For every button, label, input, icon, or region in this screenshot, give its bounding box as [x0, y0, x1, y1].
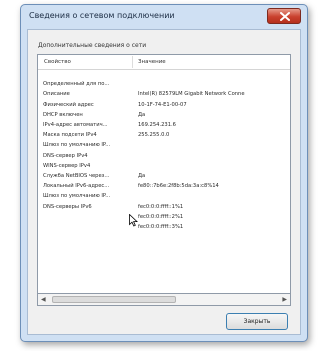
- property-cell: Физический адрес: [43, 101, 94, 108]
- property-cell: Шлюз по умолчанию IP...: [43, 142, 111, 149]
- list-row[interactable]: Шлюз по умолчанию IP...: [38, 142, 290, 152]
- property-cell: IPv4-адрес автоматич...: [43, 122, 108, 128]
- list-row[interactable]: IPv4-адрес автоматич... 169.254.231.6: [38, 122, 290, 132]
- scroll-left-arrow-icon[interactable]: ◀: [41, 296, 46, 303]
- list-row[interactable]: DHCP включен Да: [38, 112, 290, 122]
- list-row[interactable]: Шлюз по умолчанию IP...: [38, 193, 290, 203]
- value-cell: fec0:0:0:ffff::1%1: [138, 203, 184, 210]
- close-button[interactable]: Закрыть: [226, 313, 288, 330]
- value-cell: Да: [138, 173, 146, 179]
- title-bar[interactable]: Сведения о сетевом подключении: [21, 5, 307, 29]
- property-cell: Маска подсети IPv4: [43, 132, 97, 139]
- property-cell: DHCP включен: [43, 111, 83, 118]
- property-cell: Определенный для по...: [43, 81, 110, 88]
- value-cell: 255.255.0.0: [138, 132, 170, 139]
- property-cell: DNS-сервер IPv4: [43, 152, 88, 159]
- value-cell: Да: [138, 111, 146, 118]
- list-row[interactable]: Описание Intel(R) 82579LM Gigabit Network…: [38, 91, 290, 101]
- details-list[interactable]: Свойство Значение Определенный для по...…: [37, 54, 291, 294]
- details-group-label: Дополнительные сведения о сети: [38, 42, 147, 49]
- list-row[interactable]: Физический адрес 10-1F-74-E1-00-07: [38, 102, 290, 112]
- property-cell: DNS-серверы IPv6: [43, 203, 92, 210]
- column-header-property[interactable]: Свойство: [44, 59, 71, 65]
- property-cell: Шлюз по умолчанию IP...: [43, 193, 111, 200]
- value-cell: fec0:0:0:ffff::3%1: [138, 224, 184, 230]
- property-cell: Описание: [43, 91, 70, 98]
- property-cell: Локальный IPv6-адрес...: [43, 183, 110, 190]
- list-header: Свойство Значение: [38, 55, 290, 70]
- dialog-title: Сведения о сетевом подключении: [29, 11, 175, 20]
- list-row[interactable]: DNS-серверы IPv6 fec0:0:0:ffff::1%1: [38, 204, 290, 214]
- list-row[interactable]: Маска подсети IPv4 255.255.0.0: [38, 132, 290, 142]
- value-cell: fe80::7b6e:2f8b:5da:3a:c8%14: [138, 183, 219, 190]
- network-details-dialog: Сведения о сетевом подключении Дополните…: [20, 4, 308, 342]
- list-row[interactable]: fec0:0:0:ffff::2%1: [38, 214, 290, 224]
- list-row[interactable]: DNS-сервер IPv4: [38, 153, 290, 163]
- scroll-right-arrow-icon[interactable]: ▶: [282, 296, 287, 303]
- close-window-button[interactable]: [267, 8, 301, 24]
- list-row[interactable]: WINS-сервер IPv4: [38, 163, 290, 173]
- column-header-value[interactable]: Значение: [138, 59, 166, 65]
- horizontal-scrollbar[interactable]: ◀ ▶: [37, 294, 291, 306]
- mouse-cursor-icon: [129, 214, 138, 227]
- close-x-icon: [280, 12, 290, 21]
- scrollbar-thumb[interactable]: [52, 296, 176, 303]
- dialog-client-area: Дополнительные сведения о сети Свойство …: [27, 29, 301, 335]
- list-row[interactable]: fec0:0:0:ffff::3%1: [38, 224, 290, 234]
- list-row[interactable]: Служба NetBIOS через... Да: [38, 173, 290, 183]
- list-row[interactable]: Определенный для по...: [38, 81, 290, 91]
- property-cell: Служба NetBIOS через...: [43, 173, 110, 179]
- property-cell: WINS-сервер IPv4: [43, 162, 91, 169]
- value-cell: Intel(R) 82579LM Gigabit Network Conne: [138, 91, 245, 98]
- value-cell: fec0:0:0:ffff::2%1: [138, 213, 184, 220]
- value-cell: 10-1F-74-E1-00-07: [138, 101, 187, 108]
- list-row[interactable]: [38, 71, 290, 81]
- value-cell: 169.254.231.6: [138, 122, 176, 128]
- column-divider[interactable]: [132, 56, 133, 68]
- list-row[interactable]: Локальный IPv6-адрес... fe80::7b6e:2f8b:5…: [38, 183, 290, 193]
